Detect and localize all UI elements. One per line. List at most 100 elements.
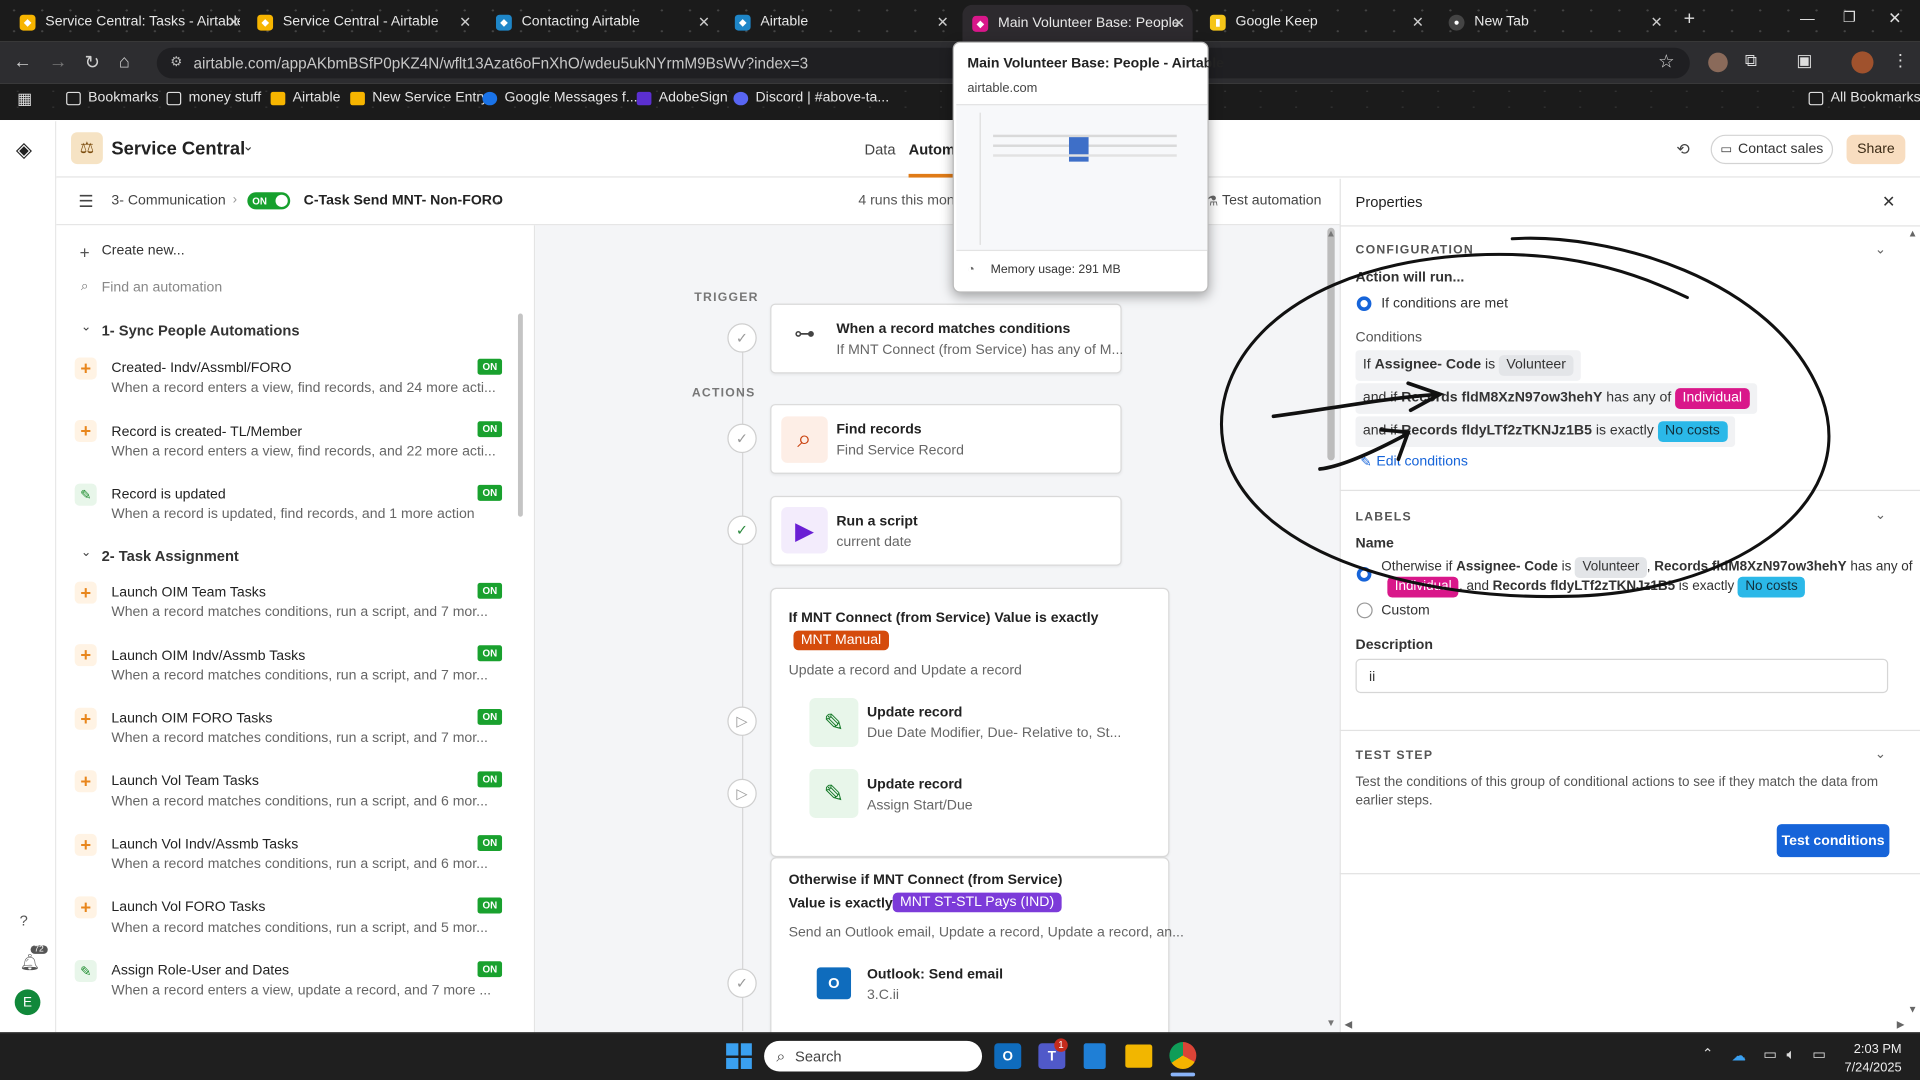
scroll-up-icon[interactable]: ▲ bbox=[1908, 228, 1918, 239]
extensions-icon[interactable]: ⧉ bbox=[1745, 50, 1757, 71]
radio-unselected[interactable] bbox=[1356, 602, 1373, 619]
close-icon[interactable]: ✕ bbox=[1412, 13, 1424, 30]
bookmark-link[interactable]: New Service Entry bbox=[350, 91, 488, 105]
minimize-icon[interactable]: — bbox=[1800, 10, 1815, 27]
forward-icon[interactable]: → bbox=[49, 51, 67, 72]
outlook-icon[interactable]: O bbox=[994, 1043, 1022, 1069]
update-record-title[interactable]: Update record bbox=[867, 705, 962, 720]
condition-row[interactable]: and if Records fldyLTf2zTKNJz1B5 is exac… bbox=[1355, 416, 1735, 447]
bookmark-link[interactable]: Discord | #above-ta... bbox=[733, 91, 889, 105]
clock-date[interactable]: 7/24/2025 bbox=[1840, 1060, 1901, 1075]
close-icon[interactable]: ✕ bbox=[937, 13, 949, 30]
browser-tab-active[interactable]: ◆ Main Volunteer Base: People ✕ bbox=[962, 4, 1193, 42]
chevron-down-icon[interactable]: ⌄ bbox=[81, 546, 91, 559]
automation-item-name[interactable]: Assign Role-User and Dates bbox=[111, 964, 289, 979]
test-step-heading[interactable]: TEST STEP bbox=[1356, 749, 1434, 762]
find-automation-input[interactable]: Find an automation bbox=[102, 280, 223, 295]
menu-icon[interactable]: ⋮ bbox=[1892, 50, 1909, 71]
avatar[interactable] bbox=[1851, 51, 1874, 74]
site-info-icon[interactable]: ⚙ bbox=[170, 54, 182, 70]
chevron-down-icon[interactable]: ⌄ bbox=[242, 138, 253, 155]
trigger-card[interactable] bbox=[770, 303, 1122, 374]
tab-data[interactable]: Data bbox=[864, 141, 895, 158]
radio-selected[interactable] bbox=[1356, 566, 1372, 582]
bell-icon[interactable]: 🔔︎ bbox=[20, 953, 40, 973]
back-icon[interactable]: ← bbox=[13, 51, 31, 72]
automation-item-name[interactable]: Launch Vol Team Tasks bbox=[111, 774, 258, 789]
chevron-down-icon[interactable]: ⌄ bbox=[1875, 746, 1886, 762]
close-icon[interactable]: ✕ bbox=[1651, 13, 1663, 30]
help-icon[interactable]: ? bbox=[20, 912, 28, 929]
canvas-scrollbar[interactable] bbox=[1327, 227, 1335, 461]
hamburger-icon[interactable]: ☰ bbox=[78, 191, 93, 212]
user-avatar[interactable]: E bbox=[14, 989, 41, 1016]
update-record-title[interactable]: Update record bbox=[867, 778, 962, 793]
history-icon[interactable]: ⟲ bbox=[1676, 140, 1689, 160]
share-button[interactable]: Share bbox=[1846, 134, 1906, 165]
edit-conditions-link[interactable]: Edit conditions bbox=[1376, 454, 1468, 469]
chevron-down-icon[interactable]: ⌄ bbox=[1875, 507, 1886, 523]
scroll-right-icon[interactable]: ▶ bbox=[1897, 1019, 1905, 1030]
section-title[interactable]: 2- Task Assignment bbox=[102, 547, 239, 564]
file-explorer-icon[interactable] bbox=[1125, 1044, 1153, 1068]
condition-row[interactable]: and if Records fldM8XzN97ow3hehY has any… bbox=[1355, 383, 1757, 414]
close-icon[interactable]: ✕ bbox=[459, 13, 471, 30]
browser-tab[interactable]: ◆ Contacting Airtable ✕ bbox=[495, 7, 710, 36]
bookmark-link[interactable]: Airtable bbox=[270, 91, 340, 105]
chevron-down-icon[interactable]: ⌄ bbox=[81, 321, 91, 334]
automation-item-name[interactable]: Record is updated bbox=[111, 487, 225, 502]
apps-grid-icon[interactable]: ▦ bbox=[17, 89, 32, 109]
profile-extension-icon[interactable] bbox=[1708, 52, 1728, 73]
chevron-down-icon[interactable]: ⌄ bbox=[1875, 241, 1886, 257]
close-icon[interactable]: ✕ bbox=[228, 13, 240, 30]
browser-tab[interactable]: ◆ Airtable ✕ bbox=[734, 7, 949, 36]
taskbar-search[interactable]: ⌕ Search bbox=[764, 1040, 983, 1072]
sidebar-scrollbar[interactable] bbox=[517, 313, 523, 517]
bookmark-link[interactable]: Google Messages f... bbox=[482, 91, 638, 105]
reload-icon[interactable]: ↻ bbox=[84, 51, 99, 74]
browser-tab[interactable]: ◆ Service Central - Airtable ✕ bbox=[257, 7, 471, 36]
condition-row[interactable]: If Assignee- Code is Volunteer bbox=[1355, 350, 1581, 381]
contact-sales-button[interactable]: ▭ Contact sales bbox=[1710, 134, 1834, 165]
base-name[interactable]: Service Central bbox=[111, 138, 245, 159]
restore-icon[interactable]: ❐ bbox=[1843, 9, 1856, 26]
window-close-icon[interactable]: ✕ bbox=[1888, 9, 1901, 29]
automation-item-name[interactable]: Created- Indv/Assmbl/FORO bbox=[111, 361, 291, 376]
volume-icon[interactable]: 🔈︎ bbox=[1787, 1046, 1796, 1064]
close-icon[interactable]: ✕ bbox=[1173, 15, 1185, 32]
radio-selected[interactable] bbox=[1356, 296, 1372, 312]
onedrive-icon[interactable]: ☁ bbox=[1731, 1047, 1746, 1064]
automation-item-name[interactable]: Launch OIM Indv/Assmb Tasks bbox=[111, 649, 305, 664]
new-tab-icon[interactable]: + bbox=[1684, 9, 1695, 31]
automation-item-name[interactable]: Launch OIM FORO Tasks bbox=[111, 711, 272, 726]
automation-item-name[interactable]: Record is created- TL/Member bbox=[111, 425, 302, 440]
close-icon[interactable]: ✕ bbox=[1882, 192, 1895, 212]
browser-tab[interactable]: ● New Tab ✕ bbox=[1448, 7, 1663, 36]
all-bookmarks[interactable]: All Bookmarks bbox=[1808, 91, 1920, 105]
url-bar[interactable]: airtable.com/appAKbmBSfP0pKZ4N/wflt13Aza… bbox=[156, 47, 1690, 79]
description-input[interactable]: ii bbox=[1355, 658, 1889, 694]
display-icon[interactable]: ▭ bbox=[1763, 1046, 1777, 1063]
windows-start-icon[interactable] bbox=[726, 1043, 752, 1069]
automation-item-name[interactable]: Launch OIM Team Tasks bbox=[111, 585, 265, 600]
test-automation-button[interactable]: Test automation bbox=[1222, 193, 1321, 208]
labels-heading[interactable]: LABELS bbox=[1356, 511, 1412, 524]
browser-tab[interactable]: ◆ Service Central: Tasks - Airtable ✕ bbox=[19, 7, 240, 36]
run-count[interactable]: 4 runs this mont bbox=[858, 193, 958, 208]
bookmark-folder[interactable]: Bookmarks bbox=[66, 91, 159, 105]
clock-time[interactable]: 2:03 PM bbox=[1840, 1042, 1902, 1057]
bookmark-link[interactable]: AdobeSign bbox=[636, 91, 728, 105]
outlook-step-title[interactable]: Outlook: Send email bbox=[867, 967, 1003, 982]
airtable-logo-icon[interactable]: ◈ bbox=[16, 138, 32, 162]
automation-item-name[interactable]: Launch Vol FORO Tasks bbox=[111, 900, 265, 915]
scroll-left-icon[interactable]: ◀ bbox=[1345, 1019, 1353, 1030]
battery-icon[interactable]: ▭ bbox=[1812, 1046, 1826, 1063]
bookmark-star-icon[interactable]: ☆ bbox=[1658, 50, 1674, 72]
chevron-up-icon[interactable]: ⌃ bbox=[1702, 1046, 1713, 1062]
scroll-down-icon[interactable]: ▼ bbox=[1908, 1004, 1918, 1015]
base-icon[interactable]: ⚖ bbox=[71, 132, 103, 165]
create-new-button[interactable]: Create new... bbox=[102, 244, 185, 259]
bookmark-folder[interactable]: money stuff bbox=[166, 91, 261, 105]
chevron-down-icon[interactable]: ⌄ bbox=[491, 192, 502, 208]
chrome-icon[interactable] bbox=[1169, 1042, 1197, 1069]
